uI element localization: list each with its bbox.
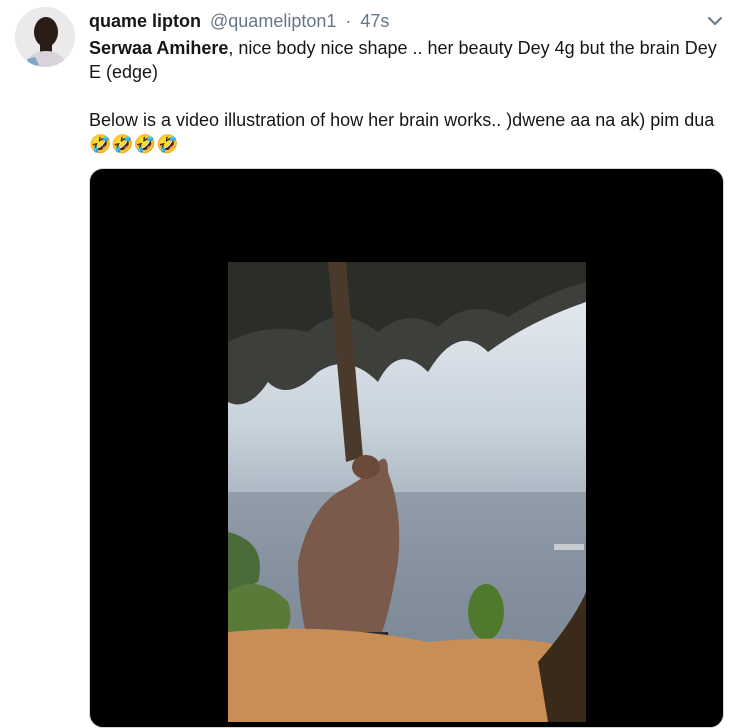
tweet-line-2: Below is a video illustration of how her…: [89, 108, 719, 156]
tweet[interactable]: quame lipton @quamelipton1 · 47s Serwaa …: [0, 0, 745, 728]
laughing-emoji: 🤣🤣🤣🤣: [89, 134, 179, 154]
mention-link[interactable]: Serwaa Amihere: [89, 38, 228, 58]
avatar[interactable]: [15, 7, 75, 67]
author-name[interactable]: quame lipton: [89, 11, 201, 31]
author-handle[interactable]: @quamelipton1: [210, 11, 336, 31]
video-player[interactable]: [89, 168, 724, 728]
chevron-down-icon[interactable]: [705, 11, 725, 31]
tweet-line-1: Serwaa Amihere, nice body nice shape .. …: [89, 36, 719, 84]
timestamp[interactable]: 47s: [360, 11, 389, 31]
video-thumbnail: [228, 262, 586, 722]
avatar-image: [15, 7, 75, 67]
tweet-line-2-text: Below is a video illustration of how her…: [89, 110, 715, 130]
video-frame[interactable]: [228, 262, 586, 722]
separator-dot: ·: [345, 11, 352, 31]
tweet-text: Serwaa Amihere, nice body nice shape .. …: [89, 36, 719, 156]
tweet-header: quame lipton @quamelipton1 · 47s: [89, 9, 389, 33]
